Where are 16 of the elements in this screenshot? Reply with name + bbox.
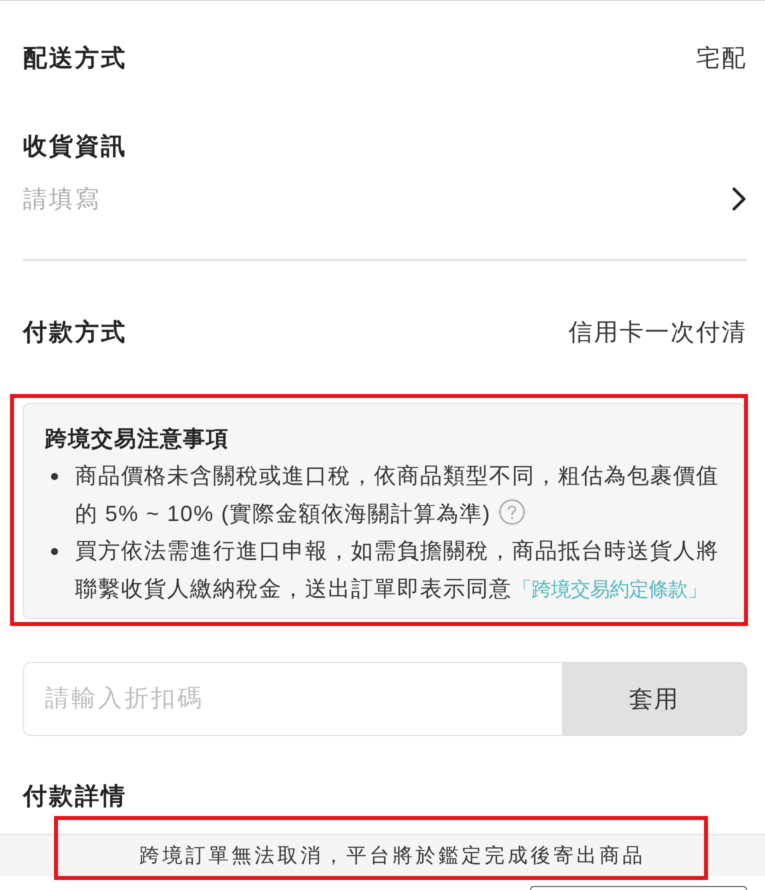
delivery-label: 配送方式 (23, 44, 127, 74)
banner-text: 跨境訂單無法取消，平台將於鑑定完成後寄出商品 (140, 844, 646, 869)
bullet-icon (51, 473, 58, 480)
bullet-icon (51, 548, 58, 555)
chevron-right-icon[interactable] (732, 187, 746, 211)
shipping-info-hint[interactable]: 請填寫 (23, 183, 101, 215)
payment-method-label: 付款方式 (23, 318, 127, 348)
notice-text: 買方依法需進行進口申報，如需負擔關稅，商品抵台時送貨人將聯繫收貨人繳納稅金，送出訂單即表示同意「跨境交易約定條款」 (75, 538, 719, 600)
shipping-info-label: 收貨資訊 (23, 132, 127, 162)
payment-method-value: 信用卡一次付清 (568, 318, 747, 348)
terms-link[interactable]: 「跨境交易約定條款」 (512, 578, 707, 600)
delivery-value: 宅配 (696, 44, 747, 74)
notice-title: 跨境交易注意事項 (45, 425, 230, 453)
notice-text: 商品價格未含關稅或進口稅，依商品類型不同，粗估為包裹價值的 5% ~ 10% (實際金額依海關計算為準) (75, 463, 719, 526)
cut-off-button[interactable] (530, 886, 747, 890)
payment-details-title: 付款詳情 (23, 782, 127, 812)
